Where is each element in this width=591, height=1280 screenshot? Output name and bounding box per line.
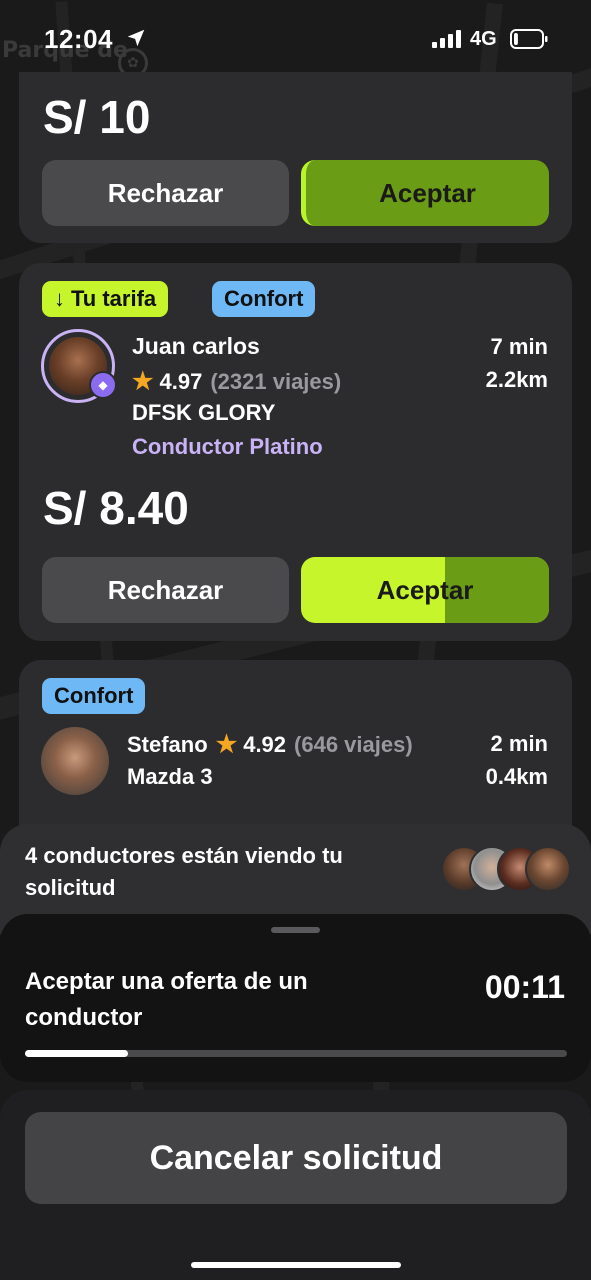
driver-name-row: Stefano ★ 4.92 (646 viajes) [127,730,413,759]
rating-value: 4.97 [159,368,203,394]
drivers-viewing-text: 4 conductores están viendo tu solicitud [25,843,343,900]
star-icon: ★ [132,368,154,395]
reject-button[interactable]: Rechazar [42,160,289,226]
eta: 2 min [490,731,548,756]
trip-count: (646 viajes) [294,731,413,757]
accept-offer-prompt: Aceptar una oferta de un conductor [25,968,308,1031]
rating-row: ★ 4.97 (2321 viajes) [132,367,341,396]
driver-avatar [41,727,109,795]
status-time: 12:04 [44,24,113,54]
star-icon: ★ [215,731,238,758]
network-label: 4G [470,28,497,50]
your-fare-label: Tu tarifa [71,286,157,311]
driver-tier: Conductor Platino [132,434,323,459]
reject-button[interactable]: Rechazar [42,557,289,623]
category-badge: Confort [212,281,316,317]
offer-price: S/ 8.40 [43,482,189,534]
distance: 0.4km [485,764,548,789]
home-indicator[interactable] [191,1262,401,1268]
offer-card: ↓ Tu tarifa Confort ◆ Juan carlos ★ 4.97… [19,263,572,641]
rating-value: 4.92 [243,731,287,757]
countdown-timer: 00:11 [484,969,565,1005]
accept-button[interactable]: Aceptar [301,160,549,226]
down-arrow-icon: ↓ [54,286,65,311]
battery-icon [510,29,548,49]
distance: 2.2km [485,367,548,392]
offer-card: S/ 10 Rechazar Aceptar [19,72,572,243]
driver-name: Stefano [127,731,208,757]
cancel-request-button[interactable]: Cancelar solicitud [25,1112,567,1204]
driver-name: Juan carlos [132,333,260,359]
viewer-avatar [525,846,571,892]
car-model: DFSK GLORY [132,400,276,425]
accept-label: Aceptar [376,574,474,605]
signal-icon [432,30,462,48]
trip-count: (2321 viajes) [210,368,342,394]
category-badge: Confort [42,678,146,714]
bottom-area: Cancelar solicitud [0,1090,591,1280]
countdown-progress-bar [25,1050,567,1057]
offer-price: S/ 10 [43,91,151,143]
your-fare-badge: ↓ Tu tarifa [42,281,169,317]
platinum-diamond-icon: ◆ [89,371,117,399]
status-bar: 12:04 4G [0,0,591,72]
location-arrow-icon [127,29,145,47]
accept-button[interactable]: Aceptar [301,557,549,623]
countdown-progress-fill [25,1050,128,1057]
accept-label: Aceptar [379,177,476,208]
eta: 7 min [490,334,548,359]
sheet-drag-handle[interactable] [271,927,320,933]
car-model: Mazda 3 [127,764,213,789]
